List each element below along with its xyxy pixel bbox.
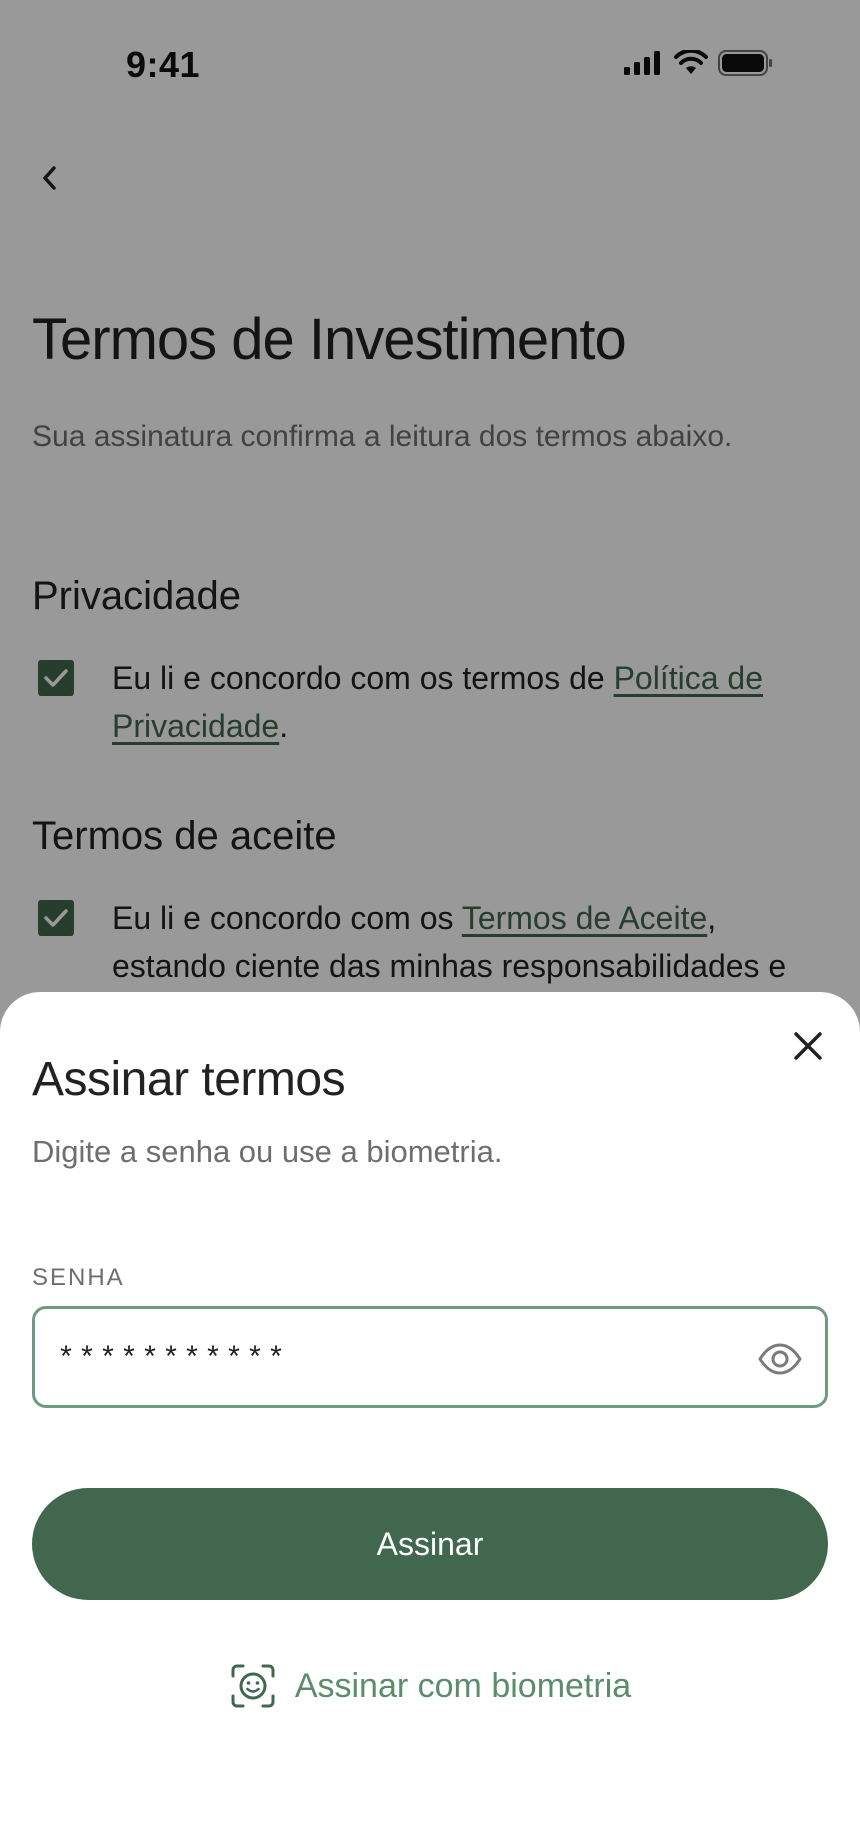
password-value: ***********: [57, 1343, 289, 1377]
password-field[interactable]: ***********: [32, 1306, 828, 1408]
face-scan-icon: [231, 1664, 275, 1708]
sign-button[interactable]: Assinar: [32, 1488, 828, 1600]
sign-terms-sheet: Assinar termos Digite a senha ou use a b…: [0, 992, 860, 1824]
biometric-link-label: Assinar com biometria: [294, 1666, 632, 1705]
biometric-sign-link[interactable]: Assinar com biometria: [0, 1662, 860, 1710]
password-label: SENHA: [32, 1264, 125, 1291]
close-icon[interactable]: [786, 1024, 830, 1068]
sheet-title: Assinar termos: [32, 1053, 346, 1106]
sheet-subtitle: Digite a senha ou use a biometria.: [32, 1134, 503, 1169]
eye-icon[interactable]: [757, 1339, 803, 1379]
